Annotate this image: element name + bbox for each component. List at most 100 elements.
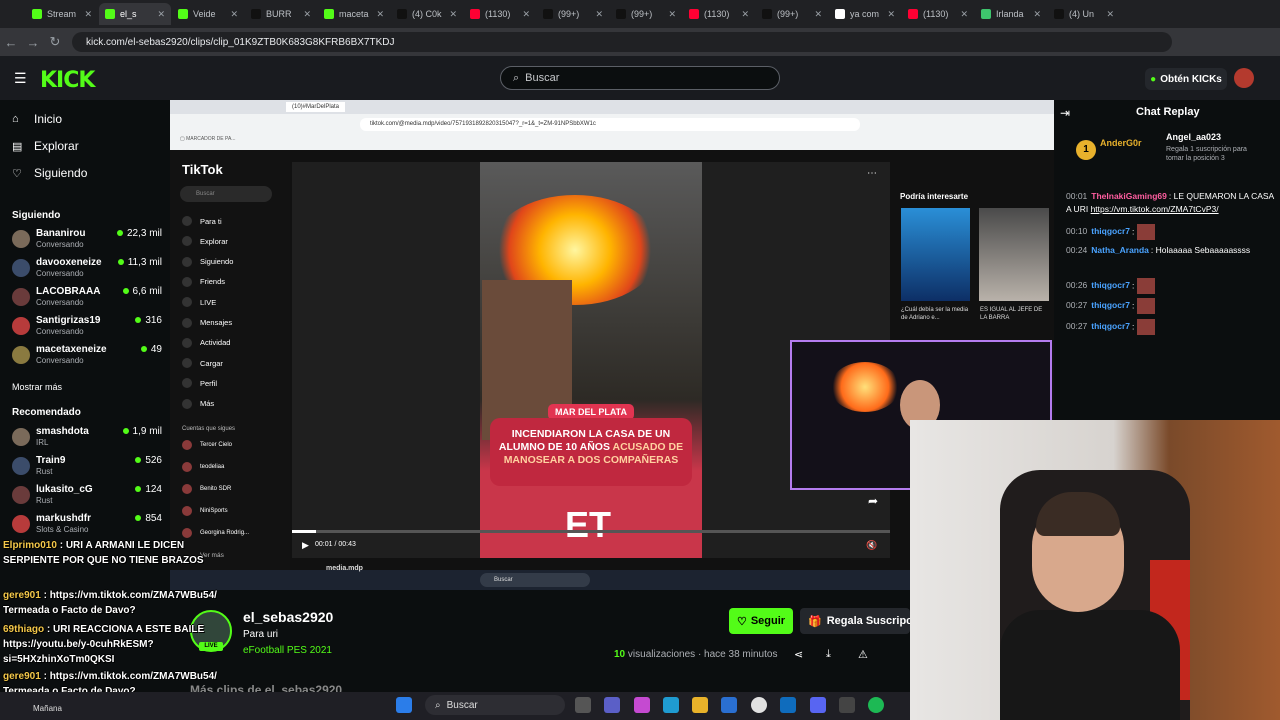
close-icon[interactable]: ✕ <box>1106 9 1114 20</box>
tiktok-nav-item: Siguiendo <box>182 256 233 267</box>
back-icon[interactable]: ← <box>0 35 22 50</box>
browser-tab[interactable]: (99+) ✕ <box>756 3 828 25</box>
pinned-user-1[interactable]: AnderG0r <box>1100 138 1142 148</box>
nav-home[interactable]: ⌂ Inicio <box>12 112 62 126</box>
sidebar-channel[interactable]: davooxeneize Conversando 11,3 mil <box>12 257 162 283</box>
channel-game[interactable]: eFootball PES 2021 <box>243 645 332 656</box>
explorer-icon[interactable] <box>692 697 708 713</box>
nav-following-label: Siguiendo <box>34 166 88 180</box>
sidebar-channel[interactable]: Bananirou Conversando 22,3 mil <box>12 228 162 254</box>
copilot-icon[interactable] <box>634 697 650 713</box>
browser-tab[interactable]: el_s ✕ <box>99 3 171 25</box>
chat-link[interactable]: https://vm.tiktok.com/ZMA7tCvP3/ <box>1091 204 1219 214</box>
close-icon[interactable]: ✕ <box>230 9 238 20</box>
browser-tab[interactable]: (99+) ✕ <box>537 3 609 25</box>
sidebar-channel[interactable]: LACOBRAAA Conversando 6,6 mil <box>12 286 162 312</box>
nav-explore[interactable]: ▤ Explorar <box>12 139 79 153</box>
browser-tab[interactable]: (1130) ✕ <box>902 3 974 25</box>
chat-timestamp: 00:27 <box>1066 300 1088 311</box>
download-icon[interactable]: ⤓ <box>826 648 831 661</box>
close-icon[interactable]: ✕ <box>741 9 749 20</box>
sidebar-channel[interactable]: Santigrizas19 Conversando 316 <box>12 315 162 341</box>
windows-start-icon[interactable] <box>396 697 412 713</box>
menu-icon[interactable]: ☰ <box>14 70 27 87</box>
search-input[interactable]: ⌕ Buscar <box>500 66 780 90</box>
browser-tab[interactable]: (99+) ✕ <box>610 3 682 25</box>
tiktok-account-name: NiniSports <box>200 508 228 514</box>
discord-icon[interactable] <box>810 697 826 713</box>
outlook-icon[interactable] <box>780 697 796 713</box>
channel-name[interactable]: el_sebas2920 <box>243 609 333 625</box>
report-icon[interactable]: ⚠ <box>858 648 868 661</box>
taskbar-search[interactable]: ⌕ Buscar <box>425 695 565 715</box>
close-icon[interactable]: ✕ <box>668 9 676 20</box>
task-view-icon[interactable] <box>575 697 591 713</box>
chat-username[interactable]: Natha_Aranda <box>1091 245 1149 255</box>
browser-tab[interactable]: Irlanda ✕ <box>975 3 1047 25</box>
overlay-chat-line: Termeada o Facto de Davo? <box>3 605 136 616</box>
browser-tab[interactable]: (4) Un ✕ <box>1048 3 1120 25</box>
browser-tab[interactable]: Veide ✕ <box>172 3 244 25</box>
browser-tab[interactable]: maceta ✕ <box>318 3 390 25</box>
sidebar-channel[interactable]: Train9 Rust 526 <box>12 455 162 481</box>
suggest-thumb-1[interactable] <box>901 208 970 301</box>
sidebar-channel[interactable]: macetaxeneize Conversando 49 <box>12 344 162 370</box>
close-icon[interactable]: ✕ <box>960 9 968 20</box>
chat-username[interactable]: thiqgocr7 <box>1091 226 1130 236</box>
suggest-thumb-2[interactable] <box>979 208 1049 301</box>
share-icon[interactable]: ⋖ <box>794 648 803 661</box>
browser-tab[interactable]: (4) C0k ✕ <box>391 3 463 25</box>
forward-icon[interactable]: → <box>22 35 44 50</box>
obs-icon[interactable] <box>839 697 855 713</box>
sidebar-channel[interactable]: lukasito_cG Rust 124 <box>12 484 162 510</box>
pinned-user-2[interactable]: Angel_aa023 <box>1166 132 1221 142</box>
overlay-chat-user: 69thiago <box>3 624 45 635</box>
browser-tab[interactable]: (1130) ✕ <box>464 3 536 25</box>
browser-tab[interactable]: Stream ✕ <box>26 3 98 25</box>
kick-logo[interactable]: KICK <box>40 68 95 93</box>
share-icon[interactable]: ➦ <box>868 494 878 508</box>
tiktok-nav-item: LIVE <box>182 297 216 308</box>
gift-sub-button[interactable]: 🎁 Regala Suscripción <box>800 608 910 634</box>
sidebar-channel[interactable]: smashdota IRL 1,9 mil <box>12 426 162 452</box>
collapse-chat-icon[interactable]: ⇥ <box>1060 106 1070 120</box>
teams-icon[interactable] <box>604 697 620 713</box>
browser-tab[interactable]: (1130) ✕ <box>683 3 755 25</box>
viewer-number: 124 <box>145 484 162 495</box>
spotify-icon[interactable] <box>868 697 884 713</box>
chrome-icon[interactable] <box>751 697 767 713</box>
close-icon[interactable]: ✕ <box>84 9 92 20</box>
close-icon[interactable]: ✕ <box>887 9 895 20</box>
reload-icon[interactable]: ↻ <box>44 34 66 50</box>
chat-message: 00:24 Natha_Aranda: Holaaaaa Sebaaaaassss <box>1066 245 1251 255</box>
close-icon[interactable]: ✕ <box>376 9 384 20</box>
follow-button[interactable]: ♡ Seguir <box>729 608 793 634</box>
close-icon[interactable]: ✕ <box>157 9 165 20</box>
close-icon[interactable]: ✕ <box>1033 9 1041 20</box>
chat-username[interactable]: TheInakiGaming69 <box>1091 191 1167 201</box>
tab-label: BURR <box>266 9 292 19</box>
show-more-link[interactable]: Mostrar más <box>12 382 62 392</box>
play-icon[interactable]: ▶ <box>302 540 309 551</box>
chat-username[interactable]: thiqgocr7 <box>1091 280 1130 290</box>
more-icon[interactable]: ⋯ <box>867 168 877 179</box>
browser-tab[interactable]: ya com ✕ <box>829 3 901 25</box>
channel-name: davooxeneize <box>36 257 102 268</box>
edge-icon[interactable] <box>663 697 679 713</box>
browser-tab[interactable]: BURR ✕ <box>245 3 317 25</box>
close-icon[interactable]: ✕ <box>303 9 311 20</box>
get-kicks-button[interactable]: ● Obtén KICKs <box>1145 68 1227 90</box>
store-icon[interactable] <box>721 697 737 713</box>
sidebar-channel[interactable]: markushdfr Slots & Casino 854 <box>12 513 162 539</box>
tiktok-progress[interactable] <box>292 530 890 533</box>
user-avatar[interactable] <box>1234 68 1254 88</box>
close-icon[interactable]: ✕ <box>449 9 457 20</box>
chat-username[interactable]: thiqgocr7 <box>1091 300 1130 310</box>
close-icon[interactable]: ✕ <box>522 9 530 20</box>
close-icon[interactable]: ✕ <box>814 9 822 20</box>
mute-icon[interactable]: 🔇 <box>866 540 877 551</box>
chat-username[interactable]: thiqgocr7 <box>1091 321 1130 331</box>
url-bar[interactable]: kick.com/el-sebas2920/clips/clip_01K9ZTB… <box>72 32 1172 52</box>
close-icon[interactable]: ✕ <box>595 9 603 20</box>
nav-following[interactable]: ♡ Siguiendo <box>12 166 87 180</box>
